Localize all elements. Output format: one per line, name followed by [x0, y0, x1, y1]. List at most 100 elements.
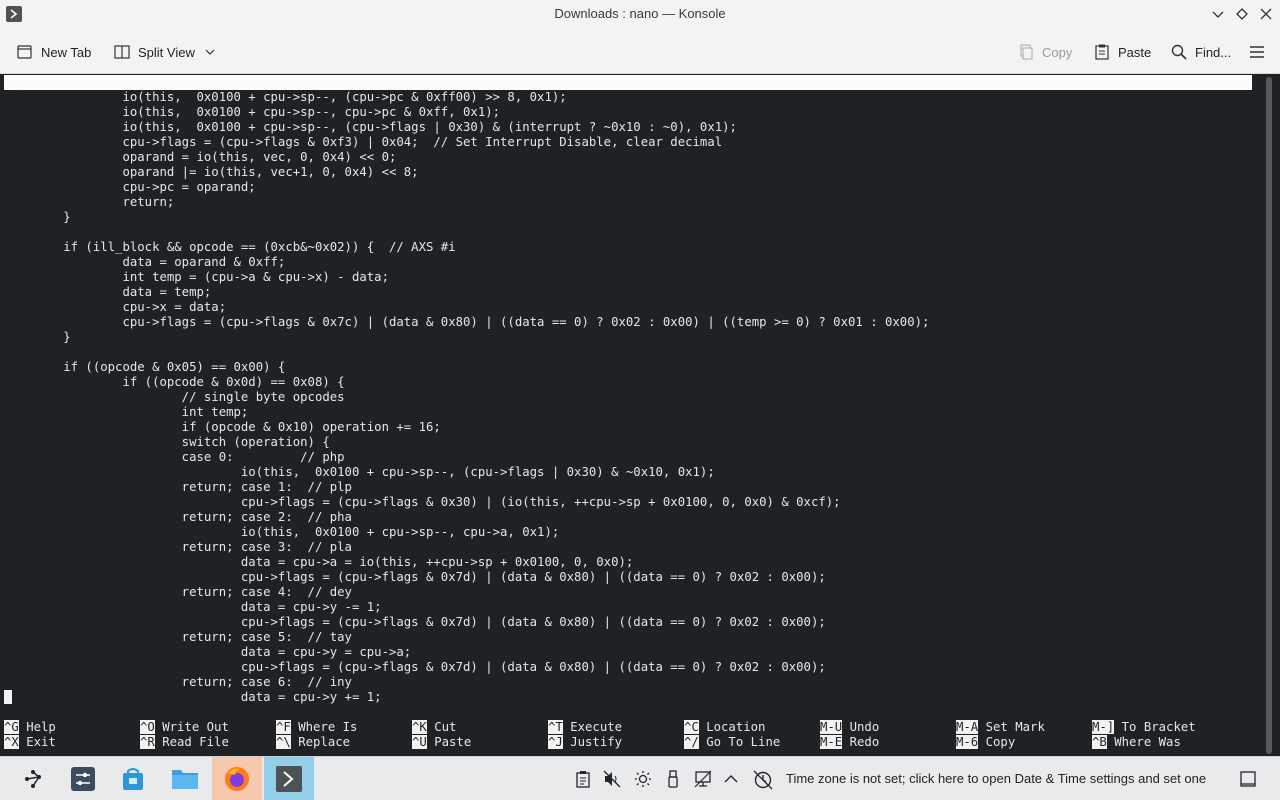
- shortcut-label: Justify: [562, 735, 623, 749]
- shortcut-label: Help: [18, 720, 56, 734]
- usb-device-icon[interactable]: [664, 770, 682, 788]
- shortcut-item[interactable]: ^F Where Is: [276, 720, 357, 735]
- shortcut-label: Read File: [154, 735, 229, 749]
- shortcut-item[interactable]: M-] To Bracket: [1092, 720, 1196, 735]
- code-line: cpu->flags = (cpu->flags & 0xf3) | 0x04;…: [4, 135, 723, 149]
- code-line: data = cpu->y = cpu->a;: [4, 645, 412, 659]
- code-line: // single byte opcodes: [4, 390, 345, 404]
- code-line: io(this, 0x0100 + cpu->sp--, cpu->a, 0x1…: [4, 525, 560, 539]
- shortcut-label: Copy: [978, 735, 1016, 749]
- konsole-toolbar: New Tab Split View Copy Paste Find...: [0, 29, 1280, 74]
- text-cursor: [4, 690, 12, 704]
- file-manager-task-icon[interactable]: [160, 757, 210, 800]
- shortcut-key: ^/: [684, 735, 699, 749]
- code-editor[interactable]: io(this, 0x0100 + cpu->sp--, (cpu->pc & …: [4, 90, 1254, 705]
- code-line: return; case 4: // dey: [4, 585, 352, 599]
- shortcut-item[interactable]: M-U Undo: [820, 720, 879, 735]
- shortcut-item[interactable]: ^U Paste: [412, 735, 471, 750]
- timezone-notice[interactable]: Time zone is not set; click here to open…: [786, 771, 1206, 786]
- paste-label: Paste: [1118, 44, 1152, 60]
- shortcut-key: ^O: [140, 720, 155, 734]
- shortcut-item[interactable]: ^O Write Out: [140, 720, 229, 735]
- code-line: cpu->flags = (cpu->flags & 0x7d) | (data…: [4, 570, 826, 584]
- shortcut-key: ^K: [412, 720, 427, 734]
- shortcut-key: M-E: [820, 735, 843, 749]
- code-line: return; case 3: // pla: [4, 540, 352, 554]
- split-view-button[interactable]: Split View: [113, 41, 215, 63]
- show-desktop-icon[interactable]: [1239, 770, 1257, 788]
- shortcut-label: Location: [698, 720, 766, 734]
- code-line: io(this, 0x0100 + cpu->sp--, (cpu->flags…: [4, 465, 715, 479]
- shortcut-item[interactable]: ^J Justify: [548, 735, 622, 750]
- code-line: cpu->flags = (cpu->flags & 0x7d) | (data…: [4, 615, 826, 629]
- shortcut-key: ^G: [4, 720, 19, 734]
- firefox-task-icon[interactable]: [212, 757, 262, 800]
- shortcut-label: Undo: [842, 720, 880, 734]
- shortcut-label: Go To Line: [698, 735, 781, 749]
- maximize-icon[interactable]: [1234, 6, 1250, 22]
- shortcut-item[interactable]: M-6 Copy: [956, 735, 1015, 750]
- shortcut-item[interactable]: ^X Exit: [4, 735, 56, 750]
- shortcut-key: ^\: [276, 735, 291, 749]
- shortcut-item[interactable]: ^/ Go To Line: [684, 735, 780, 750]
- close-icon[interactable]: [1258, 6, 1274, 22]
- discover-store-task-icon[interactable]: [108, 757, 158, 800]
- new-tab-button[interactable]: New Tab: [16, 41, 91, 63]
- shortcut-item[interactable]: M-A Set Mark: [956, 720, 1045, 735]
- copy-button[interactable]: Copy: [1017, 41, 1072, 63]
- find-button[interactable]: Find...: [1170, 41, 1231, 63]
- code-line: return; case 5: // tay: [4, 630, 352, 644]
- code-line: return; case 6: // iny: [4, 675, 352, 689]
- code-line: return; case 1: // plp: [4, 480, 352, 494]
- chevron-up-icon[interactable]: [722, 770, 740, 788]
- chevron-down-icon[interactable]: [205, 45, 215, 60]
- code-line: if (ill_block && opcode == (0xcb&~0x02))…: [4, 240, 456, 254]
- paste-button[interactable]: Paste: [1093, 41, 1151, 63]
- hamburger-menu-icon[interactable]: [1249, 41, 1265, 63]
- code-line: io(this, 0x0100 + cpu->sp--, (cpu->flags…: [4, 120, 737, 134]
- shortcut-key: ^T: [548, 720, 563, 734]
- terminal-view[interactable]: GNU nano 8.6 retro-imitator-v1.6.6.c io(…: [0, 75, 1280, 756]
- code-line: cpu->x = data;: [4, 300, 227, 314]
- copy-icon: [1017, 43, 1035, 61]
- network-wired-icon[interactable]: [694, 770, 712, 788]
- shortcut-item[interactable]: M-E Redo: [820, 735, 879, 750]
- brightness-icon[interactable]: [634, 770, 652, 788]
- clock-warning-icon[interactable]: [753, 770, 773, 790]
- minimize-icon[interactable]: [1210, 6, 1226, 22]
- clipboard-icon[interactable]: [574, 770, 592, 788]
- new-tab-label: New Tab: [41, 44, 92, 60]
- shortcut-label: Set Mark: [978, 720, 1045, 734]
- application-launcher-icon[interactable]: [8, 757, 58, 800]
- code-line: data = temp;: [4, 285, 212, 299]
- code-line: if ((opcode & 0x05) == 0x00) {: [4, 360, 286, 374]
- code-line: data = cpu->y += 1;: [4, 690, 382, 704]
- shortcut-label: Paste: [426, 735, 472, 749]
- shortcut-item[interactable]: ^G Help: [4, 720, 56, 735]
- new-tab-icon: [16, 43, 34, 61]
- code-line: data = cpu->y -= 1;: [4, 600, 382, 614]
- shortcut-item[interactable]: ^B Where Was: [1092, 735, 1181, 750]
- shortcut-item[interactable]: ^C Location: [684, 720, 765, 735]
- code-line: switch (operation) {: [4, 435, 330, 449]
- scrollbar[interactable]: [1266, 75, 1274, 756]
- shortcut-item[interactable]: ^\ Replace: [276, 735, 350, 750]
- nano-shortcut-bar: ^G Help ^X Exit ^O Write Out ^R Read File ^F…: [4, 720, 1254, 752]
- shortcut-key: ^J: [548, 735, 563, 749]
- paste-icon: [1093, 43, 1111, 61]
- code-line: case 0: // php: [4, 450, 345, 464]
- shortcut-item[interactable]: ^R Read File: [140, 735, 229, 750]
- code-line: if (opcode & 0x10) operation += 16;: [4, 420, 441, 434]
- code-line: io(this, 0x0100 + cpu->sp--, cpu->pc & 0…: [4, 105, 501, 119]
- shortcut-item[interactable]: ^T Execute: [548, 720, 622, 735]
- code-line: cpu->flags = (cpu->flags & 0x30) | (io(t…: [4, 495, 841, 509]
- shortcut-key: ^R: [140, 735, 155, 749]
- shortcut-item[interactable]: ^K Cut: [412, 720, 456, 735]
- code-line: if ((opcode & 0x0d) == 0x08) {: [4, 375, 345, 389]
- system-settings-task-icon[interactable]: [58, 757, 108, 800]
- konsole-task-icon[interactable]: [264, 757, 314, 800]
- code-line: int temp;: [4, 405, 249, 419]
- volume-muted-icon[interactable]: [603, 770, 621, 788]
- shortcut-label: Redo: [842, 735, 880, 749]
- scrollbar-thumb[interactable]: [1266, 77, 1272, 754]
